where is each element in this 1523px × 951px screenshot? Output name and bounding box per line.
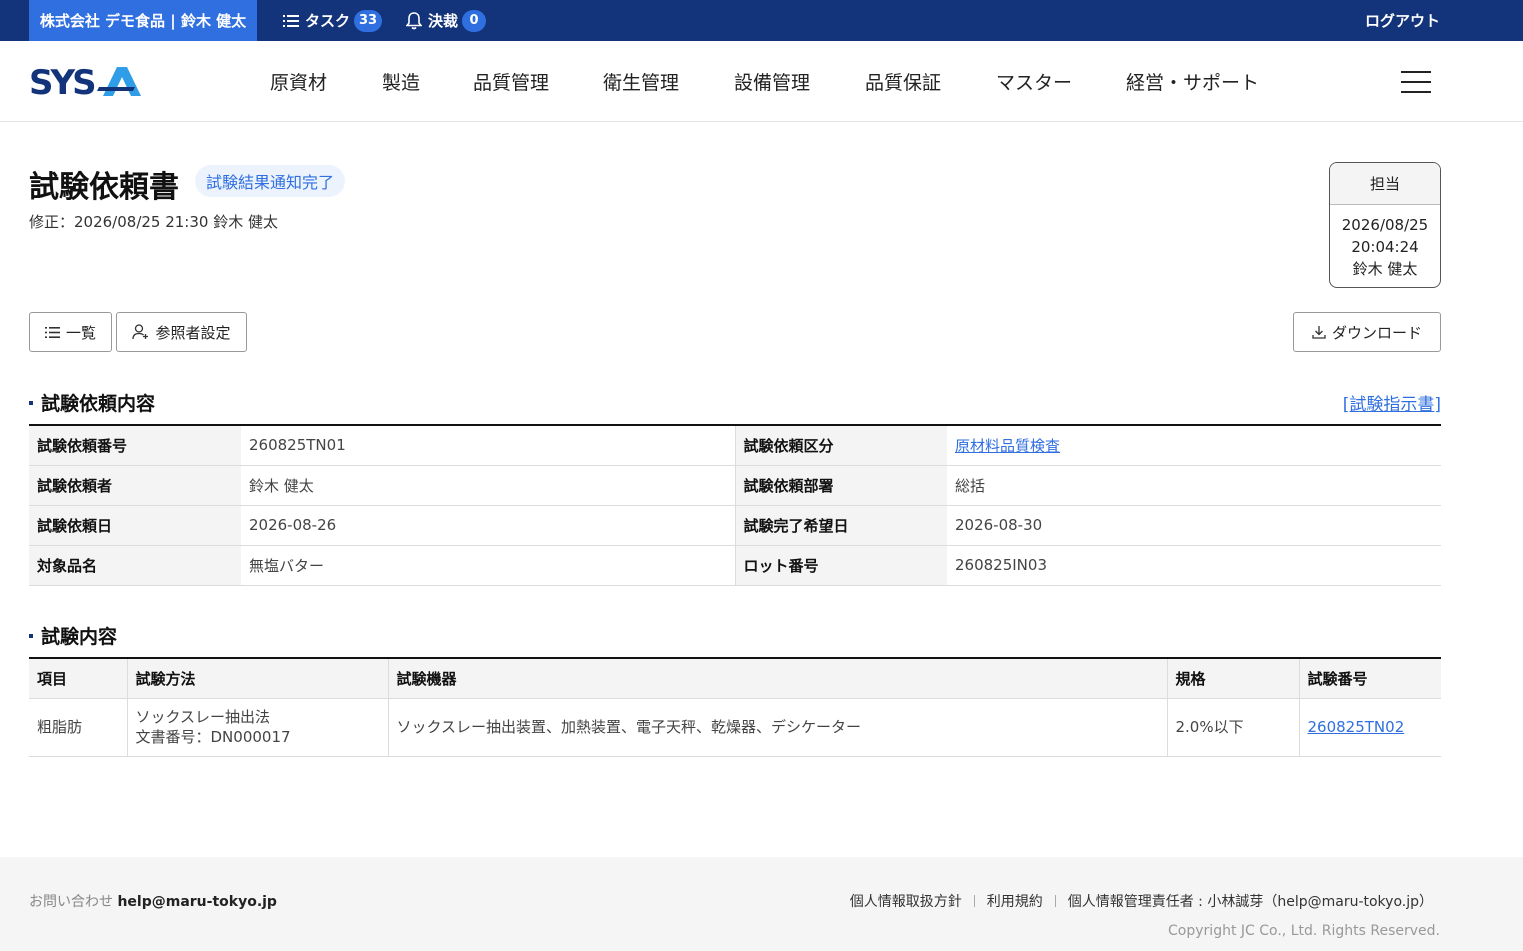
column-header-method: 試験方法 xyxy=(127,658,389,699)
list-icon xyxy=(283,14,299,27)
label-requester: 試験依頼者 xyxy=(29,465,241,506)
footer: お問い合わせ help@maru-tokyo.jp 個人情報取扱方針 利用規約 … xyxy=(0,857,1523,951)
label-request-date: 試験依頼日 xyxy=(29,505,241,546)
approvals-label: 決裁 xyxy=(428,12,459,30)
download-label: ダウンロード xyxy=(1331,323,1422,342)
approval-stamp: 担当 2026/08/25 20:04:24 鈴木 健太 xyxy=(1329,162,1441,288)
company-user-label: 株式会社 デモ食品 | 鈴木 健太 xyxy=(29,0,257,41)
main-nav: SYS 原資材 製造 品質管理 衛生管理 設備管理 品質保証 マスター 経営・サ… xyxy=(0,41,1523,122)
value-request-date: 2026-08-26 xyxy=(241,505,735,546)
viewer-settings-button[interactable]: 参照者設定 xyxy=(116,312,247,352)
status-badge: 試験結果通知完了 xyxy=(195,165,346,197)
section-marker xyxy=(29,400,33,405)
cell-equipment: ソックスレー抽出装置、加熱装置、電子天秤、乾燥器、デシケーター xyxy=(388,698,1168,757)
method-document-number: 文書番号：DN000017 xyxy=(135,728,291,746)
table-row: 試験依頼番号 260825TN01 試験依頼区分 原材料品質検査 xyxy=(29,425,1441,466)
label-lot-number: ロット番号 xyxy=(734,545,947,586)
approval-role: 担当 xyxy=(1330,163,1440,205)
user-add-icon xyxy=(132,324,149,340)
approval-time: 20:04:24 xyxy=(1351,238,1419,256)
table-row: 試験依頼者 鈴木 健太 試験依頼部署 総括 xyxy=(29,465,1441,506)
approval-date: 2026/08/25 xyxy=(1341,216,1429,234)
top-bar: 株式会社 デモ食品 | 鈴木 健太 タスク 33 決裁 0 ログアウト xyxy=(0,0,1523,41)
separator xyxy=(1054,895,1056,907)
value-requester: 鈴木 健太 xyxy=(241,465,735,506)
request-section-title: 試験依頼内容 xyxy=(41,393,156,415)
value-desired-completion-date: 2026-08-30 xyxy=(947,505,1441,546)
value-request-number: 260825TN01 xyxy=(241,425,735,466)
nav-item-materials[interactable]: 原資材 xyxy=(270,41,327,122)
terms-link[interactable]: 利用規約 xyxy=(987,891,1043,911)
contact-email[interactable]: help@maru-tokyo.jp xyxy=(117,894,277,910)
tasks-link[interactable]: タスク 33 xyxy=(283,0,383,41)
table-row: 試験依頼日 2026-08-26 試験完了希望日 2026-08-30 xyxy=(29,505,1441,546)
value-lot-number: 260825IN03 xyxy=(947,545,1441,586)
request-category-link[interactable]: 原材料品質検査 xyxy=(955,437,1060,455)
download-icon xyxy=(1312,326,1326,339)
approvals-link[interactable]: 決裁 0 xyxy=(406,0,487,41)
table-row: 粗脂肪 ソックスレー抽出法 文書番号：DN000017 ソックスレー抽出装置、加… xyxy=(29,698,1441,757)
contact-label: お問い合わせ xyxy=(29,894,113,910)
request-detail-table: 試験依頼番号 260825TN01 試験依頼区分 原材料品質検査 試験依頼者 鈴… xyxy=(29,424,1441,586)
label-request-number: 試験依頼番号 xyxy=(29,425,241,466)
label-request-category: 試験依頼区分 xyxy=(734,425,947,466)
privacy-policy-link[interactable]: 個人情報取扱方針 xyxy=(850,891,962,911)
label-request-department: 試験依頼部署 xyxy=(734,465,947,506)
bell-icon xyxy=(406,11,422,29)
column-header-test-number: 試験番号 xyxy=(1299,658,1441,699)
nav-item-equipment[interactable]: 設備管理 xyxy=(734,41,810,122)
value-product-name: 無塩バター xyxy=(241,545,735,586)
table-header-row: 項目 試験方法 試験機器 規格 試験番号 xyxy=(29,658,1441,699)
label-product-name: 対象品名 xyxy=(29,545,241,586)
list-button-label: 一覧 xyxy=(65,323,96,342)
cell-method: ソックスレー抽出法 文書番号：DN000017 xyxy=(127,698,389,757)
separator xyxy=(973,895,975,907)
modified-info: 修正：2026/08/25 21:30 鈴木 健太 xyxy=(29,213,278,231)
viewer-settings-label: 参照者設定 xyxy=(155,323,231,342)
nav-item-quality-assurance[interactable]: 品質保証 xyxy=(865,41,941,122)
method-name: ソックスレー抽出法 xyxy=(135,708,271,726)
privacy-officer-info: 個人情報管理責任者 : 小林誠芽（help@maru-tokyo.jp） xyxy=(1067,894,1433,910)
test-number-link[interactable]: 260825TN02 xyxy=(1308,718,1405,736)
approvals-count-badge: 0 xyxy=(462,9,487,32)
value-request-department: 総括 xyxy=(947,465,1441,506)
tasks-count-badge: 33 xyxy=(354,9,383,32)
column-header-spec: 規格 xyxy=(1167,658,1300,699)
list-icon xyxy=(44,326,60,338)
nav-item-management-support[interactable]: 経営・サポート xyxy=(1126,41,1259,122)
contact-info: お問い合わせ help@maru-tokyo.jp xyxy=(29,891,277,911)
approval-name: 鈴木 健太 xyxy=(1352,260,1418,278)
tests-section-heading: 試験内容 xyxy=(29,622,117,649)
test-instruction-link[interactable]: [試験指示書] xyxy=(1343,390,1441,415)
nav-item-quality-control[interactable]: 品質管理 xyxy=(473,41,549,122)
nav-item-hygiene[interactable]: 衛生管理 xyxy=(603,41,679,122)
tests-section-title: 試験内容 xyxy=(41,626,118,648)
page-title: 試験依頼書 xyxy=(29,170,179,205)
logo-text-sys: SYS xyxy=(29,65,94,97)
tests-table: 項目 試験方法 試験機器 規格 試験番号 粗脂肪 ソックスレー抽出法 文書番号：… xyxy=(29,657,1441,757)
table-row: 対象品名 無塩バター ロット番号 260825IN03 xyxy=(29,545,1441,586)
nav-item-master[interactable]: マスター xyxy=(996,41,1072,122)
hamburger-menu-icon[interactable] xyxy=(1401,71,1431,93)
list-button[interactable]: 一覧 xyxy=(29,312,112,352)
nav-item-manufacturing[interactable]: 製造 xyxy=(382,41,420,122)
cell-item: 粗脂肪 xyxy=(29,698,128,757)
logout-button[interactable]: ログアウト xyxy=(1365,0,1440,41)
column-header-item: 項目 xyxy=(29,658,128,699)
section-marker xyxy=(29,633,33,638)
cell-spec: 2.0%以下 xyxy=(1167,698,1300,757)
sysa-logo[interactable]: SYS xyxy=(29,63,145,103)
tasks-label: タスク xyxy=(305,12,351,30)
label-desired-completion-date: 試験完了希望日 xyxy=(734,505,947,546)
footer-links: 個人情報取扱方針 利用規約 個人情報管理責任者 : 小林誠芽（help@maru… xyxy=(850,891,1433,911)
download-button[interactable]: ダウンロード xyxy=(1293,312,1441,352)
copyright: Copyright JC Co., Ltd. Rights Reserved. xyxy=(1168,923,1440,939)
column-header-equipment: 試験機器 xyxy=(388,658,1168,699)
request-section-heading: 試験依頼内容 xyxy=(29,389,155,416)
